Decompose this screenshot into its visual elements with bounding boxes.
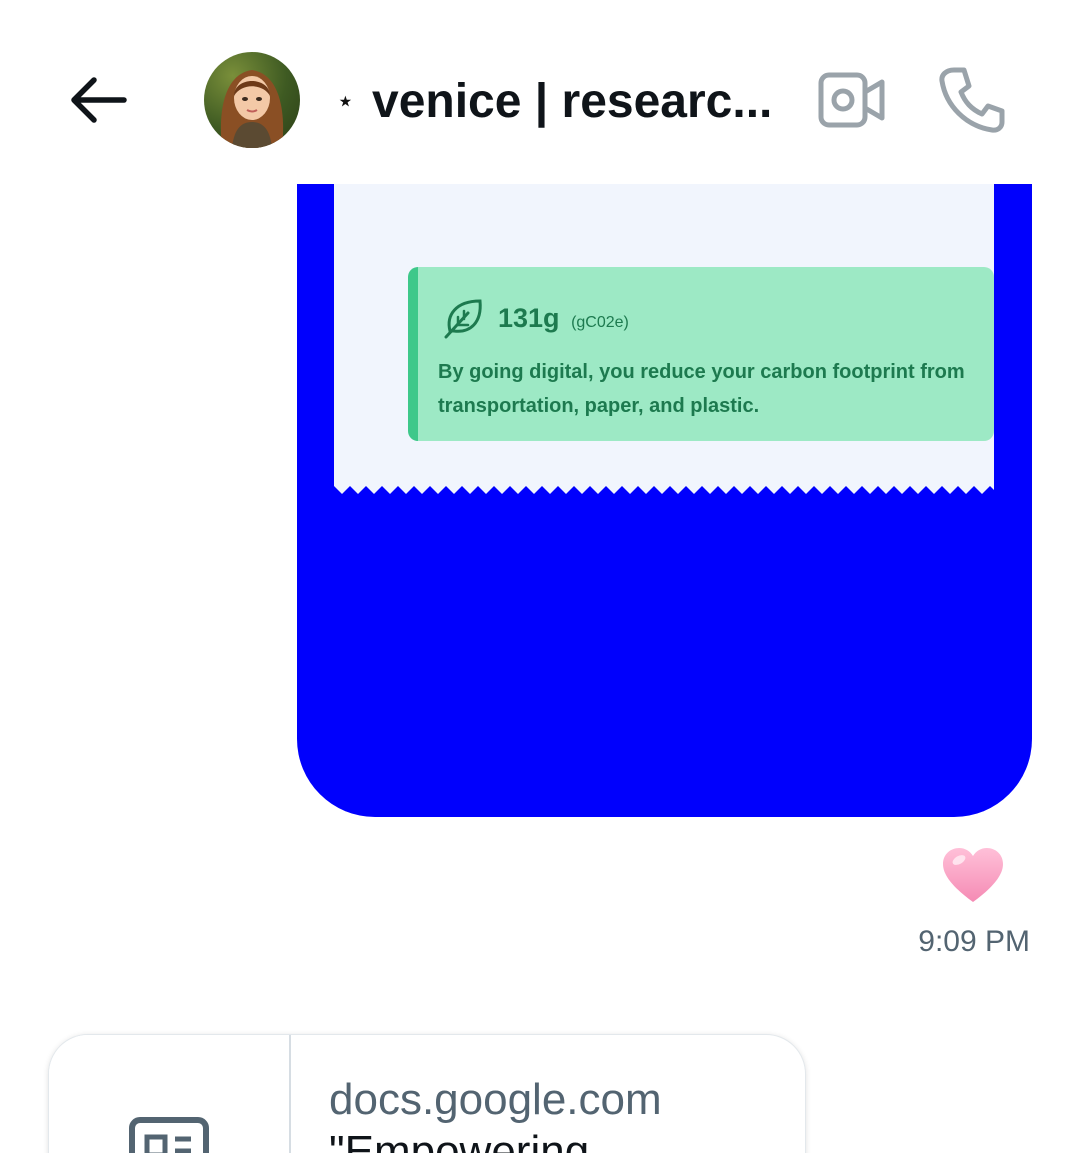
star-icon: ⋆ [336,85,355,118]
document-icon [129,1117,209,1153]
link-domain: docs.google.com [329,1075,662,1124]
link-thumbnail [49,1035,291,1153]
phone-icon [939,67,1005,133]
carbon-description: By going digital, you reduce your carbon… [438,361,965,417]
video-call-button[interactable] [818,72,886,128]
avatar-illustration [220,70,284,148]
voice-call-button[interactable] [936,64,1008,136]
heart-reaction[interactable] [941,846,1005,906]
back-button[interactable] [60,70,132,130]
pink-heart-icon [943,848,1003,902]
link-preview-card[interactable]: docs.google.com "Empowering [48,1034,806,1153]
carbon-savings-card: 131g (gC02e) By going digital, you reduc… [408,267,994,441]
receipt-torn-edge [334,480,994,494]
message-timestamp: 9:09 PM [918,925,1030,958]
carbon-amount-value: 131g [498,303,560,333]
link-title: "Empowering [329,1127,590,1153]
receipt-image: 131g (gC02e) By going digital, you reduc… [334,150,994,486]
conversation-title-text: venice | researc... [372,75,773,128]
conversation-title[interactable]: ⋆ venice | researc... [336,72,796,132]
dm-conversation-screen: ⋆ venice | researc... 131g (gC02e) By go… [0,0,1080,1153]
arrow-left-icon [71,77,127,123]
carbon-amount: 131g (gC02e) [498,303,629,334]
avatar[interactable] [204,52,300,148]
conversation-header: ⋆ venice | researc... [0,0,1080,184]
image-message[interactable]: 131g (gC02e) By going digital, you reduc… [297,150,1032,817]
carbon-amount-unit: (gC02e) [571,314,629,331]
video-camera-icon [818,72,885,128]
leaf-icon [444,299,482,339]
